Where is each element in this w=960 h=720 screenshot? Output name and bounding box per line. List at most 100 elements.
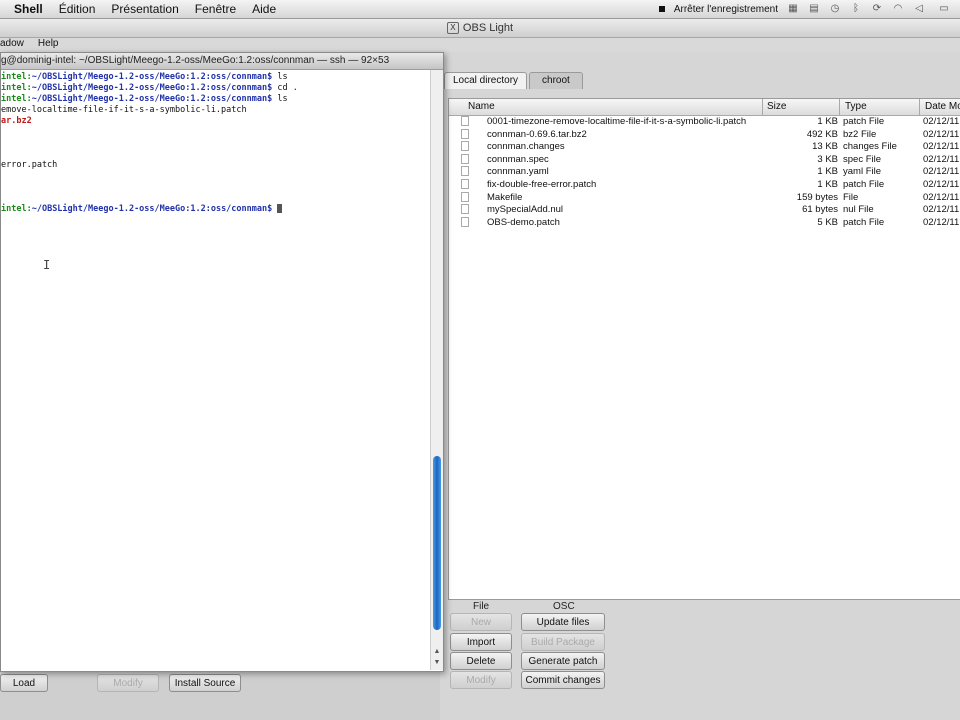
file-row[interactable]: 0001-timezone-remove-localtime-file-if-i…	[449, 116, 960, 129]
record-stop-icon[interactable]	[658, 6, 665, 12]
menu-aide[interactable]: Aide	[244, 2, 284, 16]
file-icon	[461, 128, 469, 139]
file-size: 1 KB	[817, 166, 838, 178]
time-machine-icon[interactable]: ◷	[829, 4, 841, 14]
terminal-line: intel:~/OBSLight/Meego-1.2-oss/MeeGo:1.2…	[1, 83, 429, 94]
prompt-user: intel:	[1, 204, 32, 214]
terminal-window[interactable]: g@dominig-intel: ~/OBSLight/Meego-1.2-os…	[0, 52, 444, 672]
file-list-header: Name Size Type Date Mo	[449, 99, 960, 116]
update-files-button[interactable]: Update files	[521, 613, 605, 631]
file-icon	[461, 116, 469, 126]
file-type: nul File	[843, 204, 874, 216]
file-size: 13 KB	[812, 141, 838, 153]
terminal-cursor	[277, 204, 283, 213]
terminal-line: intel:~/OBSLight/Meego-1.2-oss/MeeGo:1.2…	[1, 204, 429, 215]
file-list[interactable]: Name Size Type Date Mo 0001-timezone-rem…	[448, 98, 960, 600]
import-button[interactable]: Import	[450, 633, 512, 651]
menu-edition[interactable]: Édition	[51, 2, 104, 16]
volume-icon[interactable]: ◁	[913, 4, 925, 14]
file-row[interactable]: connman-0.69.6.tar.bz2 492 KB bz2 File 02/1…	[449, 128, 960, 142]
scroll-up-arrow-icon[interactable]: ▲	[433, 648, 441, 656]
menu-shell[interactable]: Shell	[0, 2, 51, 16]
prompt-path: ~/OBSLight/Meego-1.2-oss/MeeGo:1.2:oss/c…	[31, 72, 273, 82]
terminal-command: ls	[272, 94, 288, 104]
column-header-type[interactable]: Type	[840, 99, 920, 115]
file-row[interactable]: fix-double-free-error.patch 1 KB patch Fil…	[449, 179, 960, 192]
obs-menu-help[interactable]: Help	[38, 38, 59, 52]
file-type: spec File	[843, 153, 882, 165]
file-size: 1 KB	[817, 116, 838, 127]
load-button[interactable]: Load	[0, 674, 48, 692]
scroll-down-arrow-icon[interactable]: ▼	[433, 659, 441, 667]
file-size: 492 KB	[806, 128, 838, 140]
file-type: patch File	[843, 179, 885, 190]
prompt-user: intel:	[1, 94, 32, 104]
delete-button[interactable]: Delete	[450, 652, 512, 670]
menu-fenetre[interactable]: Fenêtre	[187, 2, 244, 16]
build-package-button[interactable]: Build Package	[521, 633, 605, 651]
file-row[interactable]: connman.spec 3 KB spec File 02/12/11	[449, 153, 960, 167]
terminal-title[interactable]: g@dominig-intel: ~/OBSLight/Meego-1.2-os…	[1, 53, 443, 70]
terminal-scroll-thumb[interactable]	[433, 456, 441, 630]
bluetooth-icon[interactable]: ᛒ	[850, 4, 862, 14]
menubar-status-area: Arrêter l'enregistrement ▦ ▤ ◷ ᛒ ⟳ ◠ ◁ ▭	[658, 0, 960, 18]
tab-chroot[interactable]: chroot	[529, 72, 583, 89]
generate-patch-button[interactable]: Generate patch	[521, 652, 605, 670]
sync-icon[interactable]: ⟳	[871, 4, 883, 14]
file-date: 02/12/11	[923, 204, 960, 216]
modify-button[interactable]: Modify	[97, 674, 159, 692]
file-date: 02/12/11	[923, 191, 960, 203]
terminal-scrollbar[interactable]: ▲ ▼	[430, 70, 443, 670]
file-icon	[461, 204, 469, 215]
file-icon	[461, 141, 469, 152]
file-name: Makefile	[487, 191, 523, 203]
obs-window-titlebar[interactable]: X OBS Light	[0, 19, 960, 38]
file-name: 0001-timezone-remove-localtime-file-if-i…	[487, 116, 747, 127]
file-date: 02/12/11	[923, 153, 960, 165]
terminal-line: error.patch	[1, 160, 429, 171]
file-size: 159 bytes	[796, 191, 838, 203]
obs-menu-window[interactable]: adow	[0, 38, 24, 52]
file-group-label: File	[473, 601, 490, 612]
column-header-name[interactable]: Name	[463, 99, 763, 115]
file-row[interactable]: OBS-demo.patch 5 KB patch File 02/12/11	[449, 216, 960, 230]
install-source-button[interactable]: Install Source	[169, 674, 241, 692]
file-name: connman.yaml	[487, 166, 549, 178]
file-type: patch File	[843, 116, 885, 127]
new-file-button[interactable]: New	[450, 613, 512, 631]
file-date: 02/12/11	[923, 216, 960, 228]
recording-label[interactable]: Arrêter l'enregistrement	[674, 4, 778, 15]
file-icon	[461, 179, 469, 189]
battery-icon[interactable]: ▭	[934, 4, 954, 14]
file-size: 61 bytes	[802, 204, 838, 216]
file-name: fix-double-free-error.patch	[487, 179, 597, 190]
file-type: File	[843, 191, 859, 203]
file-row[interactable]: Makefile 159 bytes File 02/12/11	[449, 191, 960, 205]
file-icon	[461, 216, 469, 227]
modify-file-button[interactable]: Modify	[450, 671, 512, 689]
x11-icon: X	[446, 22, 459, 35]
file-type: changes File	[843, 141, 897, 153]
wifi-icon[interactable]: ◠	[892, 4, 904, 14]
commit-changes-button[interactable]: Commit changes	[521, 671, 605, 689]
menubar-app-icon[interactable]: ▦	[787, 4, 799, 14]
file-icon	[461, 166, 469, 177]
file-row[interactable]: mySpecialAdd.nul 61 bytes nul File 02/12/11	[449, 204, 960, 217]
osc-group-label: OSC	[553, 601, 575, 612]
column-header-size[interactable]: Size	[762, 99, 840, 115]
terminal-command: ls	[272, 72, 288, 82]
menubar-app-icon-2[interactable]: ▤	[808, 4, 820, 14]
menu-presentation[interactable]: Présentation	[103, 2, 186, 16]
terminal-line: intel:~/OBSLight/Meego-1.2-oss/MeeGo:1.2…	[1, 72, 429, 83]
terminal-output[interactable]: intel: ~/OBSLight/Meego-1.2-oss/MeeGo:1.2…	[1, 70, 429, 672]
file-type: bz2 File	[843, 128, 877, 140]
column-header-date[interactable]: Date Mo	[920, 99, 960, 115]
file-date: 02/12/11	[923, 116, 960, 127]
file-row[interactable]: connman.changes 13 KB changes File 02/12/11	[449, 141, 960, 154]
tab-local-directory[interactable]: Local directory	[444, 72, 528, 89]
file-icon	[461, 191, 469, 202]
file-row[interactable]: connman.yaml 1 KB yaml File 02/12/11	[449, 166, 960, 179]
